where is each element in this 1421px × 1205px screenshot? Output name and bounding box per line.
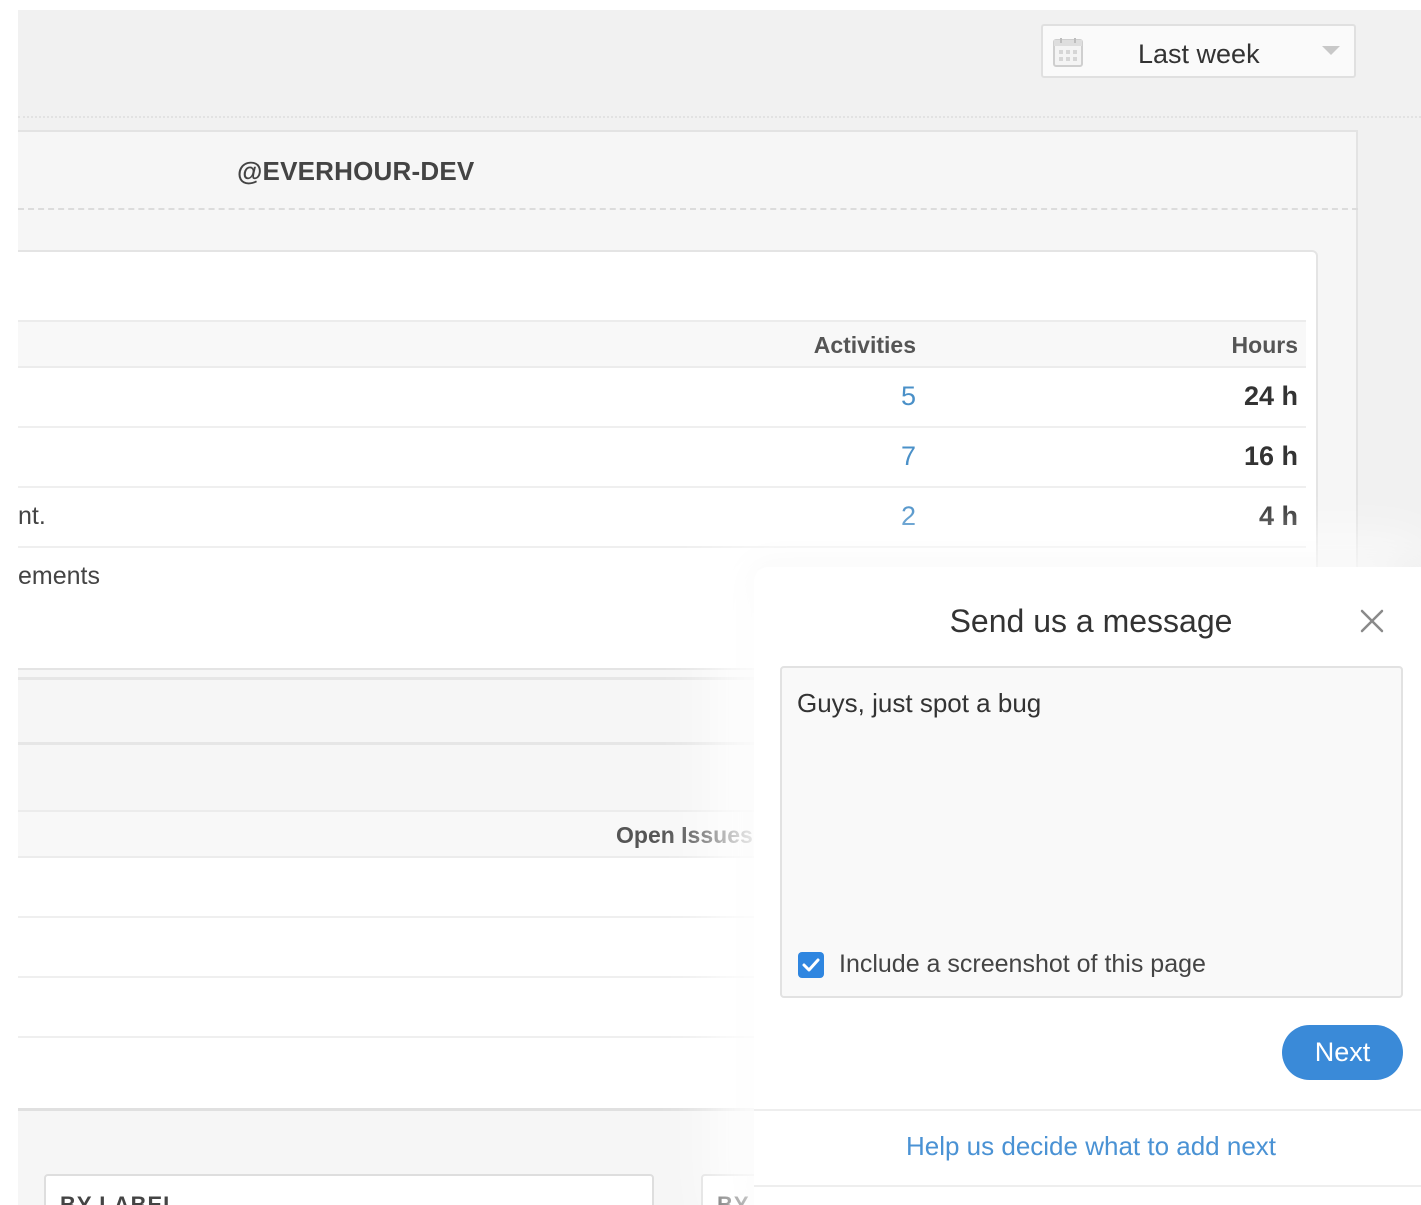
row-label: ements [18, 562, 100, 590]
row-label: nt. [18, 502, 46, 530]
date-range-select[interactable]: Last week [1041, 24, 1356, 78]
by-label-tile: BY LABEL [44, 1174, 654, 1205]
column-header-activities: Activities [813, 332, 916, 358]
dialog-title: Send us a message [949, 603, 1233, 639]
send-message-dialog: Send us a message Guys, just spot a bug … [754, 567, 1421, 1205]
column-header-hours: Hours [1231, 332, 1298, 358]
activities-link[interactable]: 5 [901, 381, 916, 412]
table-row: 5 24 h [18, 368, 1306, 428]
hours-value: 24 h [1243, 381, 1298, 411]
activities-link[interactable]: 7 [901, 441, 916, 472]
date-range-value: Last week [1138, 39, 1260, 69]
hours-value: 4 h [1258, 501, 1298, 531]
divider [754, 1109, 1421, 1111]
message-text: Guys, just spot a bug [797, 688, 1042, 718]
workspace-title: @EVERHOUR-DEV [237, 156, 475, 186]
next-button[interactable]: Next [1282, 1025, 1403, 1080]
close-icon[interactable] [1358, 607, 1386, 635]
calendar-icon [1053, 38, 1083, 67]
table-header: Activities Hours [18, 320, 1306, 368]
table-row: 7 16 h [18, 428, 1306, 488]
column-header-open-issues: Open Issues [616, 822, 753, 848]
divider [18, 208, 1358, 210]
check-icon [802, 958, 820, 972]
message-textarea[interactable]: Guys, just spot a bug Include a screensh… [780, 666, 1403, 998]
tile-title: BY LABEL [60, 1192, 178, 1205]
chevron-down-icon [1322, 46, 1340, 55]
activities-link[interactable]: 2 [901, 501, 916, 532]
hours-value: 16 h [1243, 441, 1298, 471]
help-us-decide-link[interactable]: Help us decide what to add next [754, 1131, 1421, 1162]
divider [754, 1185, 1421, 1187]
include-screenshot-checkbox[interactable] [798, 952, 824, 978]
top-bar: Last week [18, 10, 1421, 118]
tile-title: BY [717, 1192, 750, 1205]
table-row: nt. 2 4 h [18, 488, 1306, 548]
include-screenshot-label[interactable]: Include a screenshot of this page [839, 950, 1206, 979]
